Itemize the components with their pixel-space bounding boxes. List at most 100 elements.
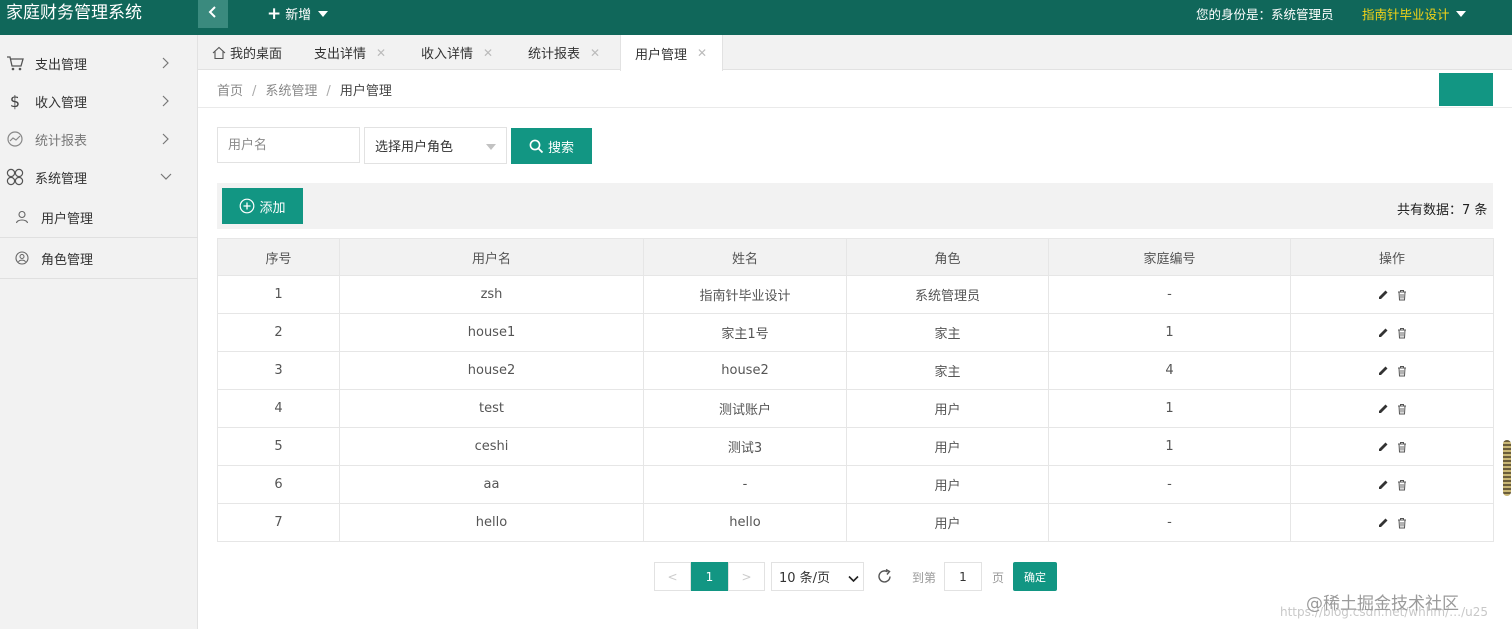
tab-label: 收入详情 <box>421 47 474 62</box>
trash-icon[interactable] <box>1396 517 1408 529</box>
username-search-input[interactable] <box>217 127 360 163</box>
edit-icon[interactable] <box>1377 517 1389 529</box>
edit-icon[interactable] <box>1377 327 1389 339</box>
prev-page-button[interactable]: < <box>654 562 691 591</box>
breadcrumb-separator: / <box>252 84 257 99</box>
tab-user-management[interactable]: 用户管理 ✕ <box>620 35 724 71</box>
new-menu-button[interactable]: + 新增 <box>267 4 329 23</box>
trash-icon[interactable] <box>1396 365 1408 377</box>
user-name: 指南针毕业设计 <box>1362 7 1450 22</box>
tab-label: 支出详情 <box>314 47 367 62</box>
cell-actions <box>1290 427 1494 466</box>
breadcrumb-current: 用户管理 <box>339 84 392 99</box>
user-menu[interactable]: 指南针毕业设计 <box>1362 4 1466 23</box>
column-header: 角色 <box>846 238 1049 276</box>
trash-icon[interactable] <box>1396 479 1408 491</box>
close-icon[interactable]: ✕ <box>483 46 493 60</box>
cell-id: 2 <box>217 313 340 352</box>
next-page-button[interactable]: > <box>728 562 765 591</box>
pagination: < 1 > <box>654 562 765 591</box>
cell-role: 用户 <box>846 503 1049 542</box>
tab-expense-detail[interactable]: 支出详情 ✕ <box>314 35 386 70</box>
table-row: 5 ceshi 测试3 用户 1 <box>217 427 1494 466</box>
refresh-page-button[interactable] <box>1439 73 1493 106</box>
page-1-button[interactable]: 1 <box>691 562 728 591</box>
column-header: 序号 <box>217 238 340 276</box>
tab-statistics[interactable]: 统计报表 ✕ <box>528 35 600 70</box>
refresh-icon[interactable] <box>875 567 893 585</box>
sidebar-item-label: 用户管理 <box>41 211 94 227</box>
sidebar-item-system[interactable]: 系统管理 <box>0 158 198 196</box>
tab-label: 我的桌面 <box>230 47 283 62</box>
sidebar-item-expense[interactable]: 支出管理 <box>0 44 198 82</box>
edit-icon[interactable] <box>1377 441 1389 453</box>
cell-id: 1 <box>217 275 340 314</box>
trash-icon[interactable] <box>1396 441 1408 453</box>
goto-label: 到第 <box>912 571 937 585</box>
tab-desktop[interactable]: 我的桌面 <box>212 35 282 70</box>
chevron-right-icon <box>159 95 171 107</box>
close-icon[interactable]: ✕ <box>376 46 386 60</box>
search-button[interactable]: 搜索 <box>511 128 592 164</box>
sidebar-item-income[interactable]: $ 收入管理 <box>0 82 198 120</box>
page-number-input[interactable] <box>944 562 982 591</box>
edit-icon[interactable] <box>1377 403 1389 415</box>
close-icon[interactable]: ✕ <box>697 46 707 60</box>
cell-role: 家主 <box>846 351 1049 390</box>
edit-icon[interactable] <box>1377 479 1389 491</box>
sidebar-subitem-users[interactable]: 用户管理 <box>0 197 198 238</box>
divider <box>198 107 1512 108</box>
add-user-button[interactable]: 添加 <box>222 188 303 224</box>
trash-icon[interactable] <box>1396 327 1408 339</box>
cell-name: 指南针毕业设计 <box>643 275 847 314</box>
cell-id: 4 <box>217 389 340 428</box>
tab-income-detail[interactable]: 收入详情 ✕ <box>421 35 493 70</box>
breadcrumb-section[interactable]: 系统管理 <box>265 84 317 99</box>
user-icon <box>14 209 30 225</box>
tab-label: 用户管理 <box>635 47 688 63</box>
caret-down-icon <box>1455 10 1466 17</box>
cell-family: 4 <box>1048 351 1291 390</box>
cell-role: 系统管理员 <box>846 275 1049 314</box>
sidebar-item-label: 支出管理 <box>35 57 88 73</box>
scrollbar-thumb[interactable] <box>1503 440 1511 496</box>
cell-family: 1 <box>1048 389 1291 428</box>
sidebar-item-report[interactable]: 统计报表 <box>0 120 198 158</box>
cell-role: 用户 <box>846 389 1049 428</box>
tab-label: 统计报表 <box>528 47 581 62</box>
chevron-right-icon <box>159 57 171 69</box>
cell-id: 7 <box>217 503 340 542</box>
breadcrumb-home[interactable]: 首页 <box>217 84 243 99</box>
clover-icon <box>6 168 24 186</box>
page-unit-label: 页 <box>992 571 1005 585</box>
table-row: 2 house1 家主1号 家主 1 <box>217 313 1494 352</box>
role-icon <box>14 250 30 266</box>
home-icon <box>212 46 226 60</box>
top-header: 家庭财务管理系统 + 新增 您的身份是：系统管理员 指南针毕业设计 <box>0 0 1512 35</box>
column-header: 家庭编号 <box>1048 238 1291 276</box>
trash-icon[interactable] <box>1396 289 1408 301</box>
cell-role: 用户 <box>846 427 1049 466</box>
cell-role: 用户 <box>846 465 1049 504</box>
cell-role: 家主 <box>846 313 1049 352</box>
cell-actions <box>1290 503 1494 542</box>
user-table: 序号 用户名 姓名 角色 家庭编号 操作 1 zsh 指南针毕业设计 系统管理员… <box>217 238 1494 542</box>
table-header-row: 序号 用户名 姓名 角色 家庭编号 操作 <box>217 238 1494 276</box>
caret-down-icon <box>318 10 329 17</box>
close-icon[interactable]: ✕ <box>590 46 600 60</box>
add-user-label: 添加 <box>259 200 286 216</box>
sidebar-subitem-roles[interactable]: 角色管理 <box>0 238 198 279</box>
trash-icon[interactable] <box>1396 403 1408 415</box>
role-select[interactable]: 选择用户角色 <box>364 127 507 164</box>
edit-icon[interactable] <box>1377 289 1389 301</box>
cell-username: aa <box>339 465 644 504</box>
page-size-select[interactable]: 10 条/页 <box>771 562 864 591</box>
table-row: 3 house2 house2 家主 4 <box>217 351 1494 390</box>
table-row: 7 hello hello 用户 - <box>217 503 1494 542</box>
chevron-left-icon <box>208 6 218 22</box>
confirm-page-button[interactable]: 确定 <box>1013 562 1057 591</box>
edit-icon[interactable] <box>1377 365 1389 377</box>
chevron-down-icon <box>848 572 859 587</box>
collapse-sidebar-button[interactable] <box>198 0 228 28</box>
table-toolbar: 添加 共有数据：7 条 <box>217 183 1493 229</box>
